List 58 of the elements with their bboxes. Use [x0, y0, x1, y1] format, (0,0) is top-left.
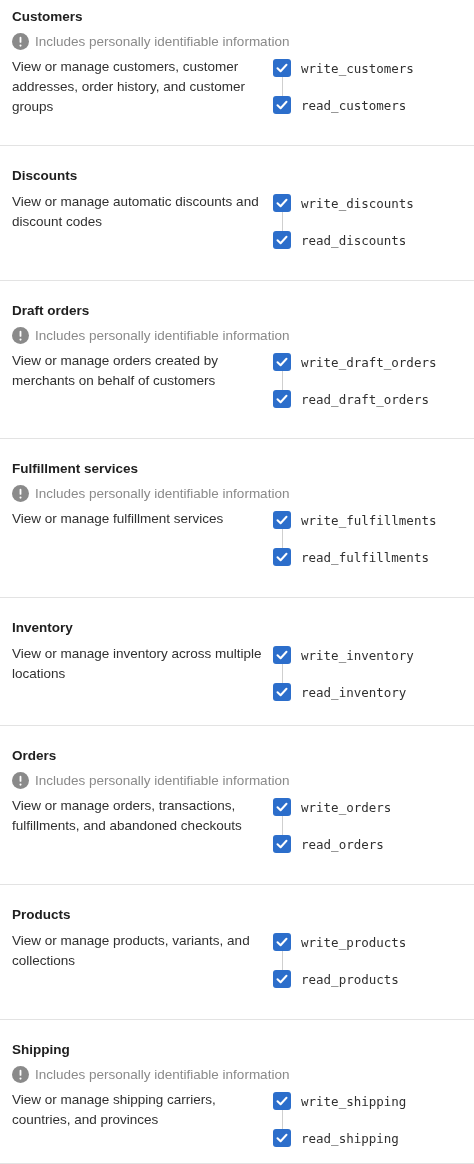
section-description: View or manage products, variants, and collections [12, 932, 251, 970]
scope-label: write_shipping [301, 1093, 407, 1109]
info-icon [12, 1065, 29, 1083]
scope-label: write_fulfillments [301, 512, 437, 528]
section-title: Inventory [12, 619, 74, 637]
scope-label: write_discounts [301, 195, 414, 211]
section-title: Products [12, 906, 72, 924]
section-title: Customers [12, 8, 84, 26]
info-icon [12, 484, 29, 502]
scope-label: read_products [301, 971, 399, 987]
pii-note: Includes personally identifiable information [35, 485, 290, 501]
scope-label: write_orders [301, 799, 392, 815]
pii-note: Includes personally identifiable information [35, 327, 290, 343]
section-description: View or manage shipping carriers, countries, and provinces [12, 1091, 217, 1129]
checkbox[interactable] [273, 59, 291, 77]
section-description: View or manage orders, transactions, fulfillments, and abandoned checkouts [12, 797, 243, 835]
info-icon [12, 326, 29, 344]
pii-note: Includes personally identifiable information [35, 772, 290, 788]
section-title: Fulfillment services [12, 460, 140, 478]
scope-label: read_inventory [301, 684, 407, 700]
checkbox[interactable] [273, 835, 291, 853]
info-icon [12, 771, 29, 789]
checkbox[interactable] [273, 1129, 291, 1147]
checkbox[interactable] [273, 353, 291, 371]
scope-label: read_orders [301, 836, 384, 852]
checkbox[interactable] [273, 194, 291, 212]
checkbox[interactable] [273, 96, 291, 114]
scope-label: write_customers [301, 60, 414, 76]
checkbox[interactable] [273, 646, 291, 664]
checkbox[interactable] [273, 970, 291, 988]
section-title: Orders [12, 747, 58, 765]
scope-label: write_inventory [301, 647, 414, 663]
scope-label: write_draft_orders [301, 354, 437, 370]
section-title: Discounts [12, 167, 79, 185]
scope-label: read_draft_orders [301, 391, 429, 407]
section-description: View or manage customers, customer addresses, order history, and customer groups [12, 58, 247, 116]
scope-label: read_fulfillments [301, 549, 429, 565]
scope-label: read_shipping [301, 1130, 399, 1146]
section-description: View or manage fulfillment services [12, 510, 225, 528]
section-description: View or manage orders created by merchants on behalf of customers [12, 352, 220, 390]
section-description: View or manage inventory across multiple locations [12, 645, 263, 683]
pii-note: Includes personally identifiable information [35, 33, 290, 49]
checkbox[interactable] [273, 511, 291, 529]
scope-label: read_customers [301, 97, 407, 113]
info-icon [12, 32, 29, 50]
scope-label: write_products [301, 934, 407, 950]
checkbox[interactable] [273, 231, 291, 249]
pii-note: Includes personally identifiable information [35, 1066, 290, 1082]
section-title: Draft orders [12, 302, 91, 320]
section-title: Shipping [12, 1041, 71, 1059]
checkbox[interactable] [273, 548, 291, 566]
checkbox[interactable] [273, 683, 291, 701]
checkbox[interactable] [273, 1092, 291, 1110]
checkbox[interactable] [273, 933, 291, 951]
section-description: View or manage automatic discounts and discount codes [12, 193, 260, 231]
checkbox[interactable] [273, 390, 291, 408]
scope-label: read_discounts [301, 232, 407, 248]
checkbox[interactable] [273, 798, 291, 816]
